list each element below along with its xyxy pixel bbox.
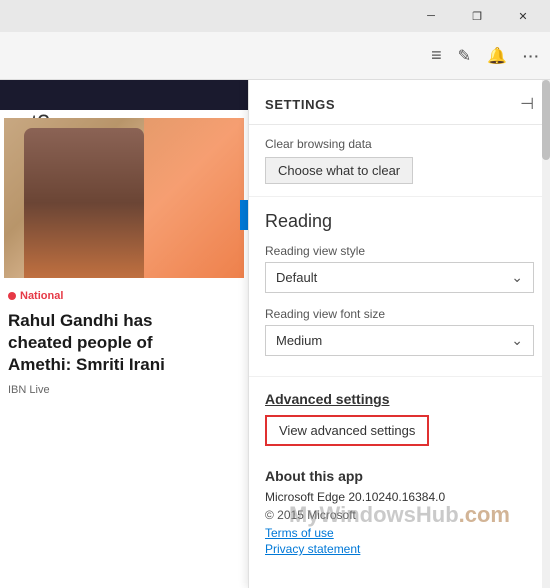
browser-toolbar: ≡ ✎ 🔔 ···	[0, 32, 550, 80]
pin-icon[interactable]: ⊣	[520, 94, 534, 114]
font-size-value: Medium	[276, 333, 322, 348]
close-button[interactable]: ✕	[500, 0, 546, 32]
maximize-button[interactable]: ❐	[454, 0, 500, 32]
view-style-dropdown[interactable]: Default ⌄	[265, 262, 534, 293]
font-size-dropdown[interactable]: Medium ⌄	[265, 325, 534, 356]
reading-title: Reading	[265, 211, 534, 232]
hamburger-icon[interactable]: ≡	[431, 45, 442, 66]
page-header	[0, 80, 248, 110]
font-size-label: Reading view font size	[265, 307, 534, 321]
news-headline: Rahul Gandhi hascheated people ofAmethi:…	[0, 306, 248, 380]
advanced-settings-section: Advanced settings View advanced settings	[249, 376, 550, 456]
choose-what-to-clear-button[interactable]: Choose what to clear	[265, 157, 413, 184]
reading-section: Reading Reading view style Default ⌄ Rea…	[249, 197, 550, 376]
notification-icon[interactable]: 🔔	[487, 46, 507, 66]
news-image	[4, 118, 244, 278]
scrollbar-thumb[interactable]	[542, 80, 550, 160]
view-style-arrow: ⌄	[511, 269, 523, 286]
settings-title: SETTINGS	[265, 97, 335, 112]
view-advanced-settings-button[interactable]: View advanced settings	[265, 415, 429, 446]
browser-content: ext? National Rahul Gandhi hascheated pe…	[0, 80, 550, 588]
view-style-value: Default	[276, 270, 317, 285]
minimize-button[interactable]: ─	[408, 0, 454, 32]
advanced-settings-title: Advanced settings	[265, 391, 534, 407]
image-figure	[24, 128, 144, 278]
tag-dot	[8, 292, 16, 300]
font-size-arrow: ⌄	[511, 332, 523, 349]
clear-browsing-section: Clear browsing data Choose what to clear	[249, 125, 550, 197]
clear-browsing-label: Clear browsing data	[265, 137, 534, 151]
accent-bar	[240, 200, 248, 230]
scrollbar-track	[542, 80, 550, 588]
terms-of-use-link[interactable]: Terms of use	[265, 526, 534, 540]
image-bg	[144, 118, 244, 278]
news-tag: National	[0, 286, 248, 306]
privacy-statement-link[interactable]: Privacy statement	[265, 542, 534, 556]
tag-text: National	[20, 290, 63, 302]
view-style-label: Reading view style	[265, 244, 534, 258]
edit-icon[interactable]: ✎	[458, 46, 471, 66]
more-icon[interactable]: ···	[523, 48, 540, 64]
about-title: About this app	[265, 468, 534, 484]
watermark: MyWindowsHub.com	[289, 502, 510, 528]
news-source: IBN Live	[0, 380, 248, 400]
settings-header: SETTINGS ⊣	[249, 80, 550, 125]
title-bar: ─ ❐ ✕	[0, 0, 550, 32]
background-page: ext? National Rahul Gandhi hascheated pe…	[0, 80, 248, 588]
